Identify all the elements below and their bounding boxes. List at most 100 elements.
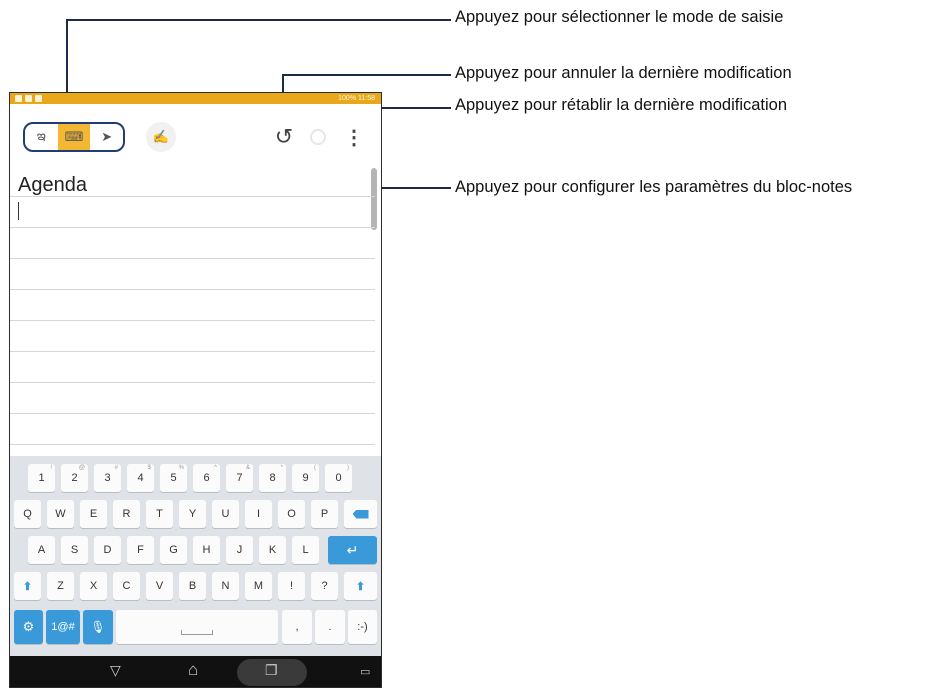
emoji-key[interactable]: :-) <box>348 610 377 644</box>
key-3[interactable]: 3 # <box>94 464 121 492</box>
keyboard-settings-key[interactable]: ⚙ <box>14 610 43 644</box>
key-w[interactable]: W <box>47 500 74 528</box>
key-n[interactable]: N <box>212 572 239 600</box>
draw-mode-icon[interactable]: ➤ <box>90 124 123 150</box>
keyboard-mode-icon[interactable]: ⌨ <box>57 124 91 150</box>
key-8[interactable]: 8 * <box>259 464 286 492</box>
key-x[interactable]: X <box>80 572 107 600</box>
key-f[interactable]: F <box>127 536 154 564</box>
gear-icon: ⚙ <box>22 619 35 634</box>
key-question[interactable]: ? <box>311 572 338 600</box>
key-comma[interactable]: , <box>282 610 312 644</box>
callout-redo: Appuyez pour rétablir la dernière modifi… <box>455 96 788 114</box>
navigation-bar: ▽ ⌂ ❐ ▭ <box>10 656 381 687</box>
key-7[interactable]: 7 & <box>226 464 253 492</box>
note-title: Agenda <box>18 174 87 196</box>
redo-icon[interactable] <box>307 126 329 148</box>
handwriting-mode-icon[interactable]: ఇ <box>25 124 58 150</box>
key-label: 4 <box>137 472 144 484</box>
symbols-key[interactable]: 1@# <box>46 610 80 644</box>
key-alt-label: * <box>280 465 283 471</box>
enter-icon: ↵ <box>346 541 359 558</box>
on-screen-keyboard: 1! 2 @ 3 # 4 $ 5% 6 ^ 7 & 8 * 9( 0) Q W E R T … <box>10 456 381 656</box>
recent-apps-icon[interactable]: ❐ <box>265 662 278 679</box>
shift-key-right[interactable]: ⬆ <box>344 572 377 600</box>
key-alt-label: ) <box>347 465 349 471</box>
key-exclamation[interactable]: ! <box>278 572 305 600</box>
note-toolbar: ఇ ⌨ ➤ ✍ ↺ ⋮ <box>10 104 381 166</box>
key-y[interactable]: Y <box>179 500 206 528</box>
callout-settings: Appuyez pour configurer les paramètres d… <box>455 178 853 196</box>
shift-key-left[interactable]: ⬆ <box>14 572 41 600</box>
key-p[interactable]: P <box>311 500 338 528</box>
key-6[interactable]: 6 ^ <box>193 464 220 492</box>
key-alt-label: @ <box>78 465 85 471</box>
callout-undo: Appuyez pour annuler la dernière modific… <box>455 64 792 82</box>
tablet-screen: 100% 11:58 ఇ ⌨ ➤ ✍ ↺ ⋮ Agenda 1! 2 @ 3 # 4… <box>9 92 382 688</box>
key-alt-label: ( <box>314 465 316 471</box>
note-page[interactable]: Agenda <box>10 166 381 456</box>
key-s[interactable]: S <box>61 536 88 564</box>
key-label: 8 <box>269 472 276 484</box>
back-icon[interactable]: ▽ <box>110 662 121 679</box>
voice-input-key[interactable]: 🎙 <box>83 610 113 644</box>
notification-icon <box>35 95 42 102</box>
key-t[interactable]: T <box>146 500 173 528</box>
key-r[interactable]: R <box>113 500 140 528</box>
leader-line-mode-horizontal <box>66 19 451 21</box>
key-d[interactable]: D <box>94 536 121 564</box>
key-label: 0 <box>335 472 342 484</box>
key-label: 6 <box>203 472 210 484</box>
backspace-icon <box>352 509 369 519</box>
undo-icon[interactable]: ↺ <box>270 122 298 152</box>
home-icon[interactable]: ⌂ <box>188 660 198 680</box>
callout-input-mode: Appuyez pour sélectionner le mode de sai… <box>455 8 784 26</box>
key-h[interactable]: H <box>193 536 220 564</box>
key-0[interactable]: 0) <box>325 464 352 492</box>
warning-icon <box>25 95 32 102</box>
ruled-line <box>10 320 375 321</box>
key-1[interactable]: 1! <box>28 464 55 492</box>
key-i[interactable]: I <box>245 500 272 528</box>
ruled-line <box>10 289 375 290</box>
key-l[interactable]: L <box>292 536 319 564</box>
shift-icon: ⬆ <box>355 580 366 593</box>
key-alt-label: & <box>245 465 250 471</box>
key-v[interactable]: V <box>146 572 173 600</box>
key-label: 1 <box>38 472 45 484</box>
key-alt-label: # <box>114 465 118 471</box>
enter-key[interactable]: ↵ <box>328 536 377 564</box>
key-label: 5 <box>170 472 177 484</box>
input-mode-selector[interactable]: ఇ ⌨ ➤ <box>23 122 125 152</box>
key-5[interactable]: 5% <box>160 464 187 492</box>
key-b[interactable]: B <box>179 572 206 600</box>
key-period[interactable]: . <box>315 610 345 644</box>
key-g[interactable]: G <box>160 536 187 564</box>
key-q[interactable]: Q <box>14 500 41 528</box>
key-z[interactable]: Z <box>47 572 74 600</box>
key-j[interactable]: J <box>226 536 253 564</box>
status-time: 100% 11:58 <box>338 95 375 102</box>
key-2[interactable]: 2 @ <box>61 464 88 492</box>
key-e[interactable]: E <box>80 500 107 528</box>
backspace-key[interactable] <box>344 500 377 528</box>
keyboard-hide-icon[interactable]: ▭ <box>360 665 370 678</box>
key-c[interactable]: C <box>113 572 140 600</box>
key-a[interactable]: A <box>28 536 55 564</box>
pen-settings-icon[interactable]: ✍ <box>146 122 176 152</box>
ruled-line <box>10 382 375 383</box>
key-4[interactable]: 4 $ <box>127 464 154 492</box>
space-key[interactable] <box>116 610 278 644</box>
ruled-line <box>10 444 375 445</box>
key-u[interactable]: U <box>212 500 239 528</box>
key-alt-label: ^ <box>214 465 217 471</box>
key-o[interactable]: O <box>278 500 305 528</box>
key-label: 7 <box>236 472 243 484</box>
key-alt-label: ! <box>50 465 52 471</box>
key-alt-label: $ <box>147 465 151 471</box>
key-k[interactable]: K <box>259 536 286 564</box>
key-m[interactable]: M <box>245 572 272 600</box>
key-9[interactable]: 9( <box>292 464 319 492</box>
more-options-icon[interactable]: ⋮ <box>344 122 364 152</box>
key-label: 2 <box>71 472 78 484</box>
